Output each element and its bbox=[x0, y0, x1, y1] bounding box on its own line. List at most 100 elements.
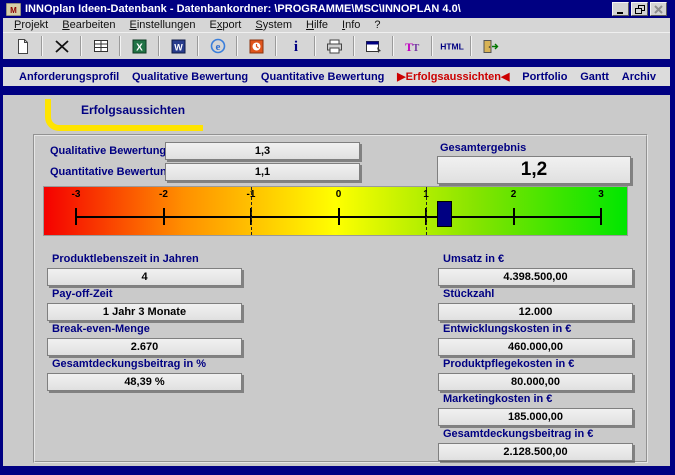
field-value[interactable]: 4.398.500,00 bbox=[438, 268, 633, 286]
internet-icon: e bbox=[210, 38, 226, 54]
schedule-button[interactable] bbox=[243, 35, 270, 57]
svg-text:X: X bbox=[136, 42, 143, 53]
excel-export-button[interactable]: X bbox=[126, 35, 153, 57]
field-value[interactable]: 4 bbox=[47, 268, 242, 286]
word-export-icon: W bbox=[171, 39, 186, 54]
html-export-button[interactable]: HTML bbox=[438, 35, 465, 57]
field-label: Gesamtdeckungsbeitrag in € bbox=[438, 428, 633, 441]
page-title: Erfolgsaussichten bbox=[81, 103, 185, 117]
field-value[interactable]: 2.128.500,00 bbox=[438, 443, 633, 461]
menu-bar: ProjektBearbeitenEinstellungenExportSyst… bbox=[3, 18, 670, 33]
field-label: Break-even-Menge bbox=[47, 323, 387, 336]
tab-anforderungsprofil[interactable]: Anforderungsprofil bbox=[19, 71, 119, 83]
toolbar-separator bbox=[431, 36, 433, 56]
field-value[interactable]: 2.670 bbox=[47, 338, 242, 356]
tab-portfolio[interactable]: Portfolio bbox=[522, 71, 567, 83]
toolbar-separator bbox=[275, 36, 277, 56]
field-value[interactable]: 185.000,00 bbox=[438, 408, 633, 426]
restore-button[interactable] bbox=[631, 2, 648, 16]
gauge-tick-label: 0 bbox=[329, 189, 349, 200]
properties-button[interactable] bbox=[360, 35, 387, 57]
info-button[interactable]: i bbox=[282, 35, 309, 57]
gauge-tick-label: 3 bbox=[591, 189, 611, 200]
field-value[interactable]: 80.000,00 bbox=[438, 373, 633, 391]
menu-hilfe[interactable]: Hilfe bbox=[299, 19, 335, 31]
menu-item[interactable]: ? bbox=[367, 19, 387, 31]
html-export-icon: HTML bbox=[438, 40, 466, 52]
field-row-gesamtdeckungsbeitrag-in: Gesamtdeckungsbeitrag in % 48,39 % bbox=[47, 358, 387, 391]
separator-band-top bbox=[3, 59, 670, 67]
menu-info[interactable]: Info bbox=[335, 19, 367, 31]
tab-gantt[interactable]: Gantt bbox=[580, 71, 609, 83]
qualitative-bewertung-field[interactable]: 1,3 bbox=[165, 142, 360, 160]
menu-export[interactable]: Export bbox=[203, 19, 249, 31]
delete-button[interactable] bbox=[48, 35, 75, 57]
minimize-button[interactable] bbox=[612, 2, 629, 16]
toolbar: X We i TT HTML bbox=[3, 33, 670, 59]
field-row-umsatz-in: Umsatz in €4.398.500,00 bbox=[438, 253, 633, 286]
gauge-tick bbox=[338, 208, 340, 225]
svg-text:M: M bbox=[10, 6, 17, 15]
svg-text:i: i bbox=[293, 39, 297, 54]
field-value[interactable]: 1 Jahr 3 Monate bbox=[47, 303, 242, 321]
properties-icon bbox=[365, 39, 382, 53]
toolbar-separator bbox=[197, 36, 199, 56]
svg-text:W: W bbox=[174, 42, 183, 52]
new-document-icon bbox=[15, 38, 31, 55]
app-icon: M bbox=[6, 3, 21, 16]
close-button[interactable] bbox=[650, 2, 667, 16]
window-inner: M INNOplan Ideen-Datenbank - Datenbankor… bbox=[3, 0, 670, 466]
tab-quantitative-bewertung[interactable]: Quantitative Bewertung bbox=[261, 71, 384, 83]
menu-bearbeiten[interactable]: Bearbeiten bbox=[55, 19, 122, 31]
tab-qualitative-bewertung[interactable]: Qualitative Bewertung bbox=[132, 71, 248, 83]
window-controls bbox=[612, 2, 667, 16]
field-label: Pay-off-Zeit bbox=[47, 288, 387, 301]
gauge-tick-label: -2 bbox=[154, 189, 174, 200]
field-label: Entwicklungskosten in € bbox=[438, 323, 633, 336]
tab-erfolgsaussichten[interactable]: ▶Erfolgsaussichten◀ bbox=[397, 70, 509, 83]
title-bar: M INNOplan Ideen-Datenbank - Datenbankor… bbox=[3, 0, 670, 18]
exit-button[interactable] bbox=[477, 35, 504, 57]
gauge-tick bbox=[513, 208, 515, 225]
field-row-marketingkosten-in: Marketingkosten in €185.000,00 bbox=[438, 393, 633, 426]
exit-icon bbox=[482, 39, 500, 54]
field-value[interactable]: 48,39 % bbox=[47, 373, 242, 391]
content-area: Erfolgsaussichten Qualitative Bewertung … bbox=[3, 95, 670, 466]
field-label: Gesamtdeckungsbeitrag in % bbox=[47, 358, 387, 371]
field-value[interactable]: 460.000,00 bbox=[438, 338, 633, 356]
field-label: Stückzahl bbox=[438, 288, 633, 301]
excel-export-icon: X bbox=[132, 39, 147, 54]
field-row-st-ckzahl: Stückzahl 12.000 bbox=[438, 288, 633, 321]
menu-system[interactable]: System bbox=[248, 19, 299, 31]
svg-text:HTML: HTML bbox=[440, 42, 464, 52]
field-row-break-even-menge: Break-even-Menge 2.670 bbox=[47, 323, 387, 356]
main-panel: Qualitative Bewertung 1,3 Quantitative B… bbox=[33, 134, 648, 463]
quantitative-bewertung-label: Quantitative Bewertung bbox=[50, 166, 173, 178]
field-row-produktpflegekosten-in: Produktpflegekosten in €80.000,00 bbox=[438, 358, 633, 391]
report-table-button[interactable] bbox=[87, 35, 114, 57]
qualitative-bewertung-label: Qualitative Bewertung bbox=[50, 145, 166, 157]
field-value[interactable]: 12.000 bbox=[438, 303, 633, 321]
svg-text:T: T bbox=[412, 43, 419, 54]
word-export-button[interactable]: W bbox=[165, 35, 192, 57]
toolbar-separator bbox=[119, 36, 121, 56]
app-window: { "window": { "title": "INNOplan Ideen-D… bbox=[0, 0, 675, 475]
toolbar-separator bbox=[470, 36, 472, 56]
toolbar-separator bbox=[236, 36, 238, 56]
quantitative-bewertung-field[interactable]: 1,1 bbox=[165, 163, 360, 181]
gauge-marker[interactable] bbox=[437, 201, 452, 227]
internet-button[interactable]: e bbox=[204, 35, 231, 57]
menu-projekt[interactable]: Projekt bbox=[7, 19, 55, 31]
gesamtergebnis-field[interactable]: 1,2 bbox=[437, 156, 631, 184]
field-row-entwicklungskosten-in: Entwicklungskosten in € 460.000,00 bbox=[438, 323, 633, 356]
menu-einstellungen[interactable]: Einstellungen bbox=[122, 19, 202, 31]
toolbar-separator bbox=[41, 36, 43, 56]
fonts-button[interactable]: TT bbox=[399, 35, 426, 57]
gauge-tick-label: -3 bbox=[66, 189, 86, 200]
tab-archiv[interactable]: Archiv bbox=[622, 71, 656, 83]
new-document-button[interactable] bbox=[9, 35, 36, 57]
schedule-icon bbox=[249, 39, 264, 54]
print-button[interactable] bbox=[321, 35, 348, 57]
field-row-pay-off-zeit: Pay-off-Zeit 1 Jahr 3 Monate bbox=[47, 288, 387, 321]
window-title: INNOplan Ideen-Datenbank - Datenbankordn… bbox=[25, 3, 612, 15]
